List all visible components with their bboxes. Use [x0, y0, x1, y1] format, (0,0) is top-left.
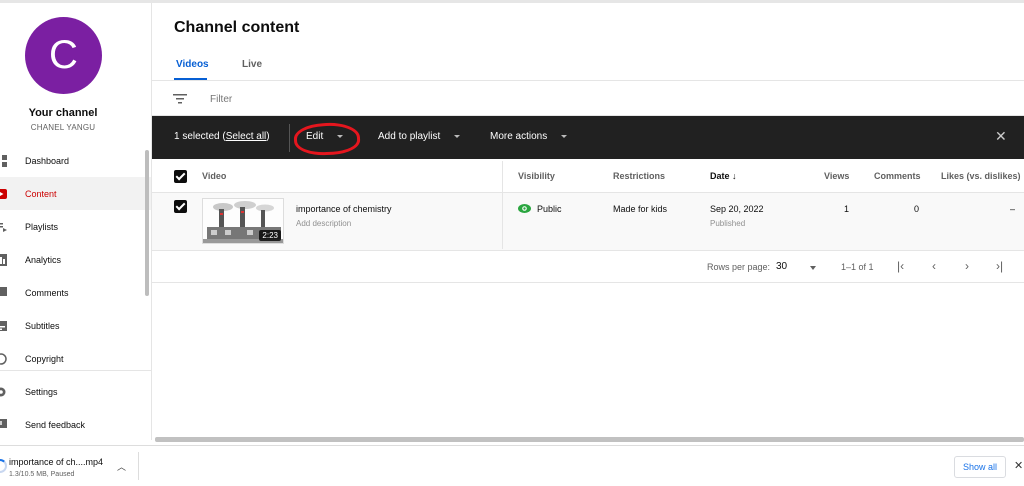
restrictions-value[interactable]: Made for kids [613, 204, 667, 214]
first-page-icon[interactable]: |‹ [897, 259, 904, 273]
sidebar: C Your channel CHANEL YANGU Dashboard Co… [0, 3, 152, 440]
sidebar-item-settings[interactable]: Settings [0, 375, 151, 408]
sidebar-item-label: Copyright [25, 353, 64, 364]
rows-per-page-select[interactable]: 30 [776, 261, 787, 272]
download-status: 1.3/10.5 MB, Paused [9, 471, 75, 478]
column-header-views[interactable]: Views [824, 171, 849, 181]
last-page-icon[interactable]: ›| [996, 259, 1003, 273]
prev-page-icon[interactable]: ‹ [932, 259, 936, 273]
next-page-icon[interactable]: › [965, 259, 969, 273]
sort-arrow-icon: ↓ [732, 171, 737, 181]
playlists-icon [0, 222, 7, 232]
sidebar-item-comments[interactable]: Comments [0, 276, 151, 309]
filter-input[interactable] [210, 91, 510, 107]
pagination-divider [152, 282, 1024, 283]
select-all-link[interactable]: Select all [226, 131, 267, 142]
horizontal-scrollbar[interactable] [155, 437, 1024, 442]
copyright-icon [0, 352, 7, 365]
sidebar-item-send-feedback[interactable]: Send feedback [0, 408, 151, 440]
download-bar: importance of ch....mp4 1.3/10.5 MB, Pau… [0, 445, 1024, 486]
channel-avatar[interactable]: C [25, 17, 102, 94]
top-divider [0, 0, 1024, 3]
content-icon [0, 188, 7, 199]
views-value: 1 [844, 204, 850, 214]
show-all-button[interactable]: Show all [954, 456, 1006, 478]
comments-value: 0 [914, 204, 920, 214]
caret-down-icon [561, 135, 568, 138]
dashboard-icon [2, 154, 7, 167]
column-header-likes[interactable]: Likes (vs. dislikes) [941, 171, 1021, 181]
row-divider [152, 250, 1024, 251]
video-description[interactable]: Add description [296, 219, 351, 228]
tab-live[interactable]: Live [242, 59, 262, 70]
video-duration: 2:23 [259, 230, 281, 241]
column-separator [502, 161, 503, 249]
column-header-visibility[interactable]: Visibility [518, 171, 555, 181]
sidebar-item-dashboard[interactable]: Dashboard [0, 144, 151, 177]
page-title: Channel content [174, 19, 300, 36]
date-value: Sep 20, 2022 [710, 204, 764, 214]
column-header-date[interactable]: Date ↓ [710, 171, 737, 181]
column-header-comments[interactable]: Comments [874, 171, 921, 181]
sidebar-scrollbar[interactable] [145, 150, 149, 296]
channel-title: Your channel [28, 107, 98, 119]
sidebar-item-analytics[interactable]: Analytics [0, 243, 151, 276]
tab-videos[interactable]: Videos [176, 59, 209, 70]
eye-icon [518, 204, 531, 213]
filter-icon[interactable] [173, 93, 187, 105]
likes-value: – [1010, 204, 1016, 214]
analytics-icon [0, 253, 7, 266]
sidebar-item-label: Content [25, 188, 57, 199]
page-range: 1–1 of 1 [841, 262, 874, 272]
subtitles-icon [0, 320, 7, 331]
download-filename[interactable]: importance of ch....mp4 [9, 457, 103, 467]
gear-icon [0, 387, 6, 396]
sidebar-item-label: Dashboard [25, 155, 70, 166]
feedback-icon [0, 418, 7, 428]
comments-icon [0, 286, 7, 296]
selection-action-bar: 1 selected (Select all) Edit Add to play… [152, 116, 1024, 159]
video-thumbnail[interactable]: 2:23 [202, 198, 284, 244]
video-title[interactable]: importance of chemistry [296, 204, 392, 214]
visibility-value[interactable]: Public [537, 204, 562, 214]
sidebar-item-subtitles[interactable]: Subtitles [0, 309, 151, 342]
sidebar-item-content[interactable]: Content [0, 177, 151, 210]
sidebar-item-label: Send feedback [25, 419, 86, 430]
selection-count: 1 selected (Select all) [174, 131, 270, 142]
column-header-restrictions[interactable]: Restrictions [613, 171, 665, 181]
channel-name: CHANEL YANGU [30, 123, 96, 132]
select-all-checkbox[interactable] [174, 170, 187, 183]
action-bar-separator [289, 124, 290, 152]
sidebar-item-label: Settings [25, 386, 58, 397]
caret-down-icon [454, 135, 461, 138]
sidebar-item-label: Comments [25, 287, 69, 298]
close-icon[interactable]: ✕ [995, 128, 1007, 145]
sidebar-item-playlists[interactable]: Playlists [0, 210, 151, 243]
sidebar-divider [0, 370, 151, 371]
more-actions-dropdown[interactable]: More actions [490, 131, 568, 142]
column-header-video: Video [202, 171, 227, 181]
add-to-playlist-dropdown[interactable]: Add to playlist [378, 131, 461, 142]
sidebar-item-label: Playlists [25, 221, 59, 232]
tabs-divider [152, 80, 1024, 81]
caret-down-icon[interactable] [810, 266, 816, 270]
rows-per-page-label: Rows per page: [707, 262, 771, 272]
publish-status: Published [710, 219, 746, 228]
row-checkbox[interactable] [174, 200, 187, 213]
chevron-up-icon[interactable]: ︿ [117, 460, 126, 473]
download-separator [138, 452, 139, 480]
sidebar-item-label: Subtitles [25, 320, 60, 331]
close-icon[interactable]: ✕ [1014, 459, 1023, 472]
sidebar-item-label: Analytics [25, 254, 62, 265]
download-progress-icon [0, 459, 7, 473]
